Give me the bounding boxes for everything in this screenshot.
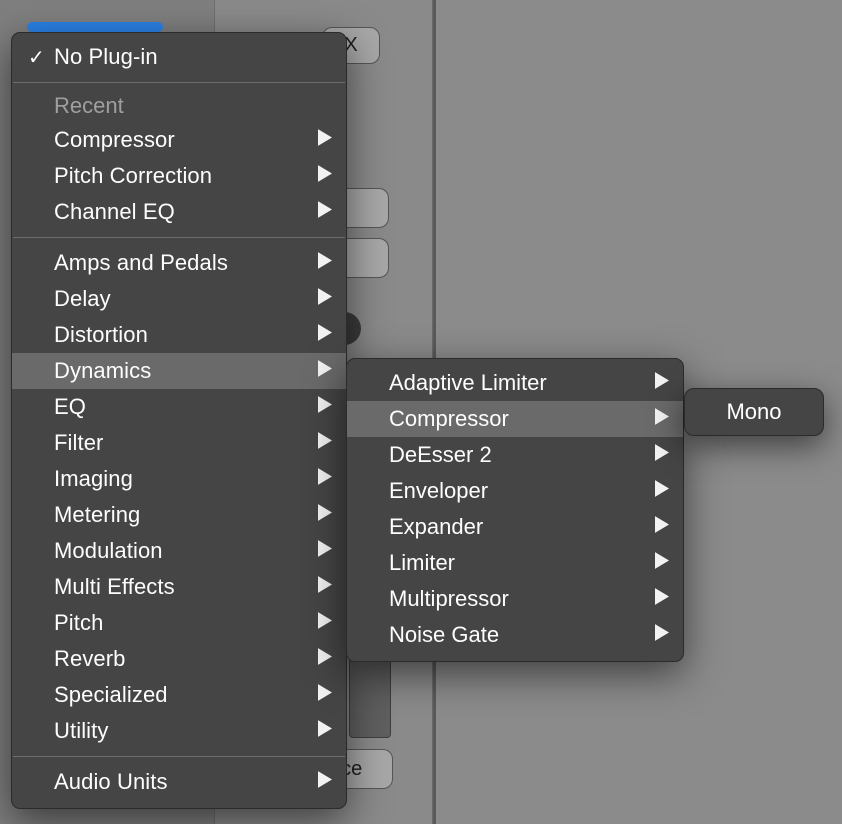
menu-item-label: Filter — [54, 430, 318, 456]
menu-item-label: Delay — [54, 286, 318, 312]
submenu-item-label: Compressor — [389, 406, 655, 432]
chevron-right-icon — [318, 771, 332, 793]
chevron-right-icon — [318, 165, 332, 187]
menu-item-metering[interactable]: Metering — [12, 497, 346, 533]
chevron-right-icon — [318, 504, 332, 526]
chevron-right-icon — [318, 540, 332, 562]
chevron-right-icon — [655, 552, 669, 574]
chevron-right-icon — [318, 720, 332, 742]
menu-item-amps-and-pedals[interactable]: Amps and Pedals — [12, 245, 346, 281]
chevron-right-icon — [655, 480, 669, 502]
chevron-right-icon — [318, 612, 332, 634]
submenu-item-label: Expander — [389, 514, 655, 540]
submenu-item-compressor[interactable]: Compressor — [347, 401, 683, 437]
chevron-right-icon — [318, 684, 332, 706]
chevron-right-icon — [655, 408, 669, 430]
menu-item-recent-pitch-correction[interactable]: Pitch Correction — [12, 158, 346, 194]
channel-mode-mono[interactable]: Mono — [684, 388, 824, 436]
menu-section-recent: Recent — [12, 90, 346, 122]
submenu-item-label: Enveloper — [389, 478, 655, 504]
mono-label: Mono — [726, 399, 781, 425]
chevron-right-icon — [318, 648, 332, 670]
menu-item-label: Audio Units — [54, 769, 318, 795]
selected-slot-badge — [27, 22, 163, 32]
chevron-right-icon — [318, 576, 332, 598]
menu-item-label: Pitch — [54, 610, 318, 636]
submenu-item-multipressor[interactable]: Multipressor — [347, 581, 683, 617]
menu-item-imaging[interactable]: Imaging — [12, 461, 346, 497]
menu-item-audio-units[interactable]: Audio Units — [12, 764, 346, 800]
menu-item-no-plugin[interactable]: No Plug-in — [12, 39, 346, 75]
chevron-right-icon — [318, 252, 332, 274]
submenu-item-label: Noise Gate — [389, 622, 655, 648]
menu-item-label: No Plug-in — [54, 44, 332, 70]
menu-item-specialized[interactable]: Specialized — [12, 677, 346, 713]
menu-item-label: Channel EQ — [54, 199, 318, 225]
menu-item-pitch[interactable]: Pitch — [12, 605, 346, 641]
menu-item-label: Compressor — [54, 127, 318, 153]
menu-separator — [13, 756, 345, 757]
menu-item-utility[interactable]: Utility — [12, 713, 346, 749]
chevron-right-icon — [655, 516, 669, 538]
submenu-item-adaptive-limiter[interactable]: Adaptive Limiter — [347, 365, 683, 401]
menu-item-distortion[interactable]: Distortion — [12, 317, 346, 353]
chevron-right-icon — [318, 288, 332, 310]
chevron-right-icon — [318, 468, 332, 490]
submenu-item-deesser-2[interactable]: DeEsser 2 — [347, 437, 683, 473]
submenu-item-limiter[interactable]: Limiter — [347, 545, 683, 581]
menu-item-label: EQ — [54, 394, 318, 420]
menu-item-multi-effects[interactable]: Multi Effects — [12, 569, 346, 605]
chevron-right-icon — [318, 129, 332, 151]
menu-item-label: Multi Effects — [54, 574, 318, 600]
menu-item-label: Distortion — [54, 322, 318, 348]
menu-item-label: Metering — [54, 502, 318, 528]
dynamics-submenu[interactable]: Adaptive Limiter Compressor DeEsser 2 En… — [346, 358, 684, 662]
chevron-right-icon — [318, 201, 332, 223]
menu-separator — [13, 82, 345, 83]
submenu-item-noise-gate[interactable]: Noise Gate — [347, 617, 683, 653]
chevron-right-icon — [655, 444, 669, 466]
menu-item-label: Reverb — [54, 646, 318, 672]
chevron-right-icon — [318, 360, 332, 382]
menu-separator — [13, 237, 345, 238]
submenu-item-label: Limiter — [389, 550, 655, 576]
menu-item-label: Specialized — [54, 682, 318, 708]
menu-item-label: Amps and Pedals — [54, 250, 318, 276]
menu-item-recent-compressor[interactable]: Compressor — [12, 122, 346, 158]
submenu-item-label: DeEsser 2 — [389, 442, 655, 468]
submenu-item-enveloper[interactable]: Enveloper — [347, 473, 683, 509]
recent-label: Recent — [54, 93, 124, 119]
menu-item-dynamics[interactable]: Dynamics — [12, 353, 346, 389]
chevron-right-icon — [655, 588, 669, 610]
menu-item-label: Pitch Correction — [54, 163, 318, 189]
menu-item-reverb[interactable]: Reverb — [12, 641, 346, 677]
plugin-menu[interactable]: No Plug-in Recent Compressor Pitch Corre… — [11, 32, 347, 809]
chevron-right-icon — [655, 624, 669, 646]
menu-item-filter[interactable]: Filter — [12, 425, 346, 461]
menu-item-label: Modulation — [54, 538, 318, 564]
menu-item-label: Utility — [54, 718, 318, 744]
submenu-item-label: Multipressor — [389, 586, 655, 612]
menu-item-eq[interactable]: EQ — [12, 389, 346, 425]
chevron-right-icon — [318, 324, 332, 346]
chevron-right-icon — [318, 396, 332, 418]
menu-item-modulation[interactable]: Modulation — [12, 533, 346, 569]
chevron-right-icon — [655, 372, 669, 394]
chevron-right-icon — [318, 432, 332, 454]
menu-item-delay[interactable]: Delay — [12, 281, 346, 317]
menu-item-label: Dynamics — [54, 358, 318, 384]
menu-item-recent-channel-eq[interactable]: Channel EQ — [12, 194, 346, 230]
submenu-item-label: Adaptive Limiter — [389, 370, 655, 396]
menu-item-label: Imaging — [54, 466, 318, 492]
submenu-item-expander[interactable]: Expander — [347, 509, 683, 545]
